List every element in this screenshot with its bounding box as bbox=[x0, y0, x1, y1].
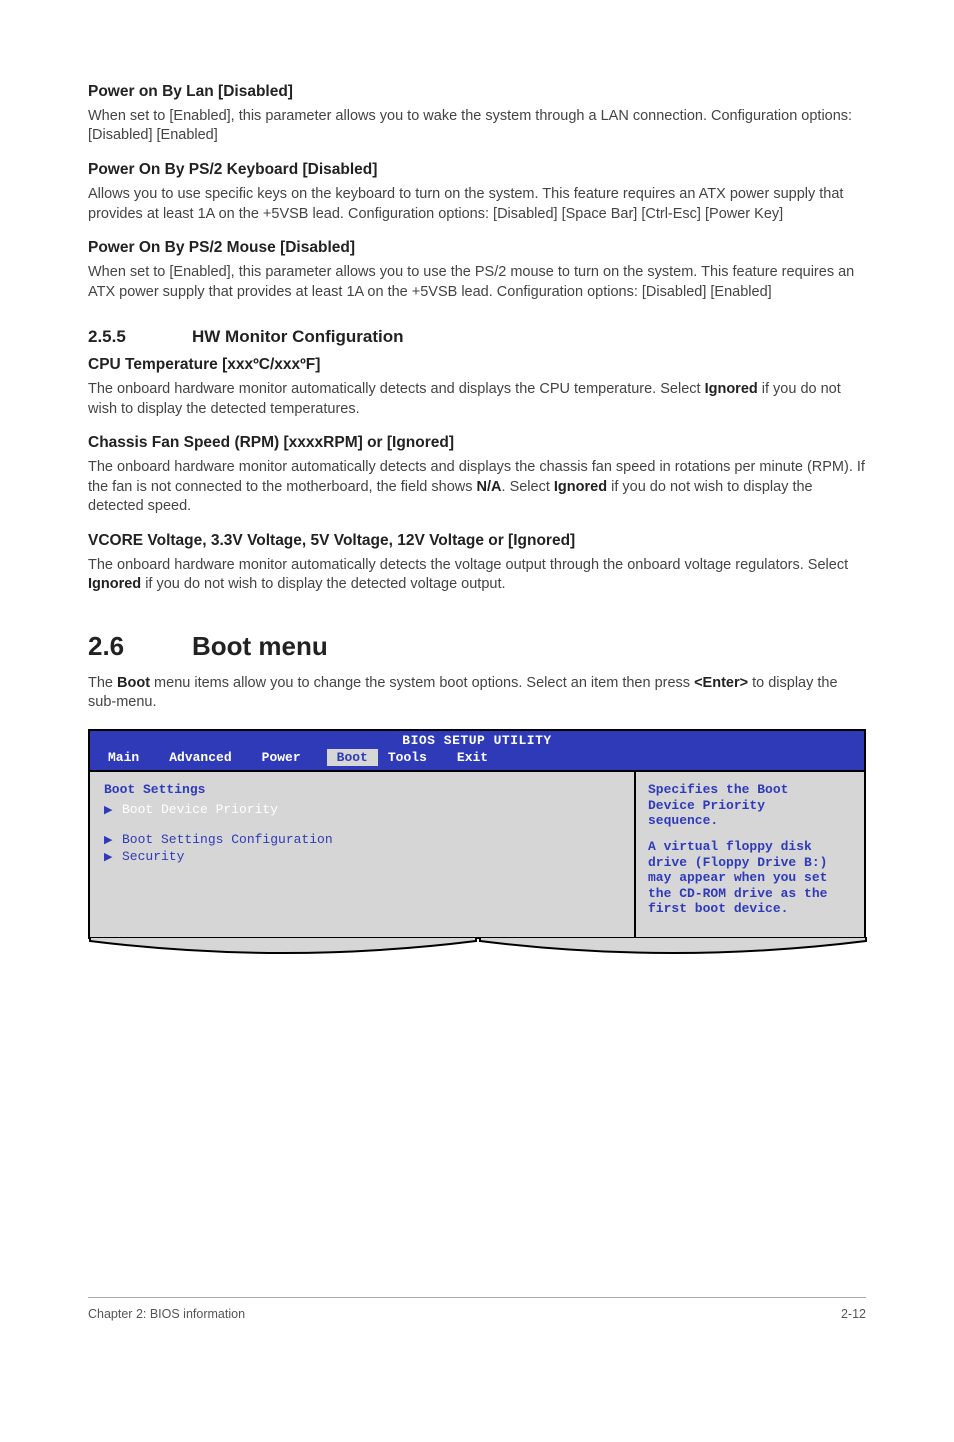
para-power-lan: When set to [Enabled], this parameter al… bbox=[88, 107, 866, 146]
tab-advanced[interactable]: Advanced bbox=[169, 749, 251, 767]
text: menu items allow you to change the syste… bbox=[150, 675, 694, 691]
bold-na: N/A bbox=[477, 479, 502, 495]
section-2-6: 2.6 Boot menu bbox=[88, 629, 866, 664]
triangle-icon: ▶ bbox=[104, 852, 114, 865]
menu-boot-settings-config[interactable]: ▶ Boot Settings Configuration bbox=[104, 832, 620, 848]
help-line: first boot device. bbox=[648, 901, 854, 917]
bios-panel: BIOS SETUP UTILITY Main Advanced Power B… bbox=[88, 729, 866, 939]
bold-boot: Boot bbox=[117, 675, 150, 691]
page-footer: Chapter 2: BIOS information 2-12 bbox=[88, 1297, 866, 1323]
bold-ignored: Ignored bbox=[88, 576, 141, 592]
para-ps2-keyboard: Allows you to use specific keys on the k… bbox=[88, 185, 866, 224]
bios-left-pane: Boot Settings ▶ Boot Device Priority ▶ B… bbox=[90, 772, 636, 937]
bold-enter: <Enter> bbox=[694, 675, 748, 691]
section-2-5-5: 2.5.5 HW Monitor Configuration bbox=[88, 326, 866, 349]
bold-ignored: Ignored bbox=[705, 381, 758, 397]
tab-exit[interactable]: Exit bbox=[457, 749, 508, 767]
triangle-icon: ▶ bbox=[104, 805, 114, 818]
para-boot-intro: The Boot menu items allow you to change … bbox=[88, 674, 866, 713]
menu-boot-device-priority[interactable]: ▶ Boot Device Priority bbox=[104, 802, 620, 818]
menu-security[interactable]: ▶ Security bbox=[104, 849, 620, 865]
section-title: HW Monitor Configuration bbox=[192, 326, 404, 349]
para-vcore: The onboard hardware monitor automatical… bbox=[88, 556, 866, 595]
text: if you do not wish to display the detect… bbox=[141, 576, 505, 592]
text: The bbox=[88, 675, 117, 691]
heading-chassis-fan: Chassis Fan Speed (RPM) [xxxxRPM] or [Ig… bbox=[88, 433, 866, 454]
spacer bbox=[104, 819, 620, 831]
help-line: drive (Floppy Drive B:) bbox=[648, 855, 854, 871]
footer-chapter: Chapter 2: BIOS information bbox=[88, 1306, 245, 1323]
text: The onboard hardware monitor automatical… bbox=[88, 557, 848, 573]
tab-tools[interactable]: Tools bbox=[388, 749, 447, 767]
section-title: Boot menu bbox=[192, 629, 328, 664]
spacer bbox=[648, 829, 854, 839]
heading-cpu-temp: CPU Temperature [xxxºC/xxxºF] bbox=[88, 355, 866, 376]
tab-boot[interactable]: Boot bbox=[327, 749, 378, 767]
para-ps2-mouse: When set to [Enabled], this parameter al… bbox=[88, 263, 866, 302]
triangle-icon: ▶ bbox=[104, 835, 114, 848]
section-number: 2.6 bbox=[88, 629, 192, 664]
help-line: may appear when you set bbox=[648, 870, 854, 886]
bios-tabs: Main Advanced Power Boot Tools Exit bbox=[90, 749, 864, 771]
tab-main[interactable]: Main bbox=[108, 749, 159, 767]
help-line: Specifies the Boot bbox=[648, 782, 854, 798]
heading-vcore: VCORE Voltage, 3.3V Voltage, 5V Voltage,… bbox=[88, 531, 866, 552]
bios-header: BIOS SETUP UTILITY Main Advanced Power B… bbox=[90, 731, 864, 770]
bios-help-pane: Specifies the Boot Device Priority seque… bbox=[636, 772, 864, 937]
bios-bottom-curve bbox=[88, 937, 868, 957]
help-line: A virtual floppy disk bbox=[648, 839, 854, 855]
menu-label: Security bbox=[122, 849, 184, 865]
tab-power[interactable]: Power bbox=[262, 749, 321, 767]
help-line: sequence. bbox=[648, 813, 854, 829]
para-chassis-fan: The onboard hardware monitor automatical… bbox=[88, 458, 866, 517]
menu-label: Boot Device Priority bbox=[122, 802, 278, 818]
bios-body: Boot Settings ▶ Boot Device Priority ▶ B… bbox=[90, 770, 864, 937]
text: The onboard hardware monitor automatical… bbox=[88, 381, 705, 397]
help-line: Device Priority bbox=[648, 798, 854, 814]
footer-page-number: 2-12 bbox=[841, 1306, 866, 1323]
bold-ignored: Ignored bbox=[554, 479, 607, 495]
bios-title: BIOS SETUP UTILITY bbox=[90, 731, 864, 749]
help-line: the CD-ROM drive as the bbox=[648, 886, 854, 902]
heading-ps2-keyboard: Power On By PS/2 Keyboard [Disabled] bbox=[88, 160, 866, 181]
help-text: Specifies the Boot Device Priority seque… bbox=[648, 782, 854, 917]
heading-power-lan: Power on By Lan [Disabled] bbox=[88, 82, 866, 103]
heading-ps2-mouse: Power On By PS/2 Mouse [Disabled] bbox=[88, 238, 866, 259]
bios-left-heading: Boot Settings bbox=[104, 782, 620, 798]
text: . Select bbox=[502, 479, 554, 495]
para-cpu-temp: The onboard hardware monitor automatical… bbox=[88, 380, 866, 419]
section-number: 2.5.5 bbox=[88, 326, 192, 349]
menu-label: Boot Settings Configuration bbox=[122, 832, 333, 848]
